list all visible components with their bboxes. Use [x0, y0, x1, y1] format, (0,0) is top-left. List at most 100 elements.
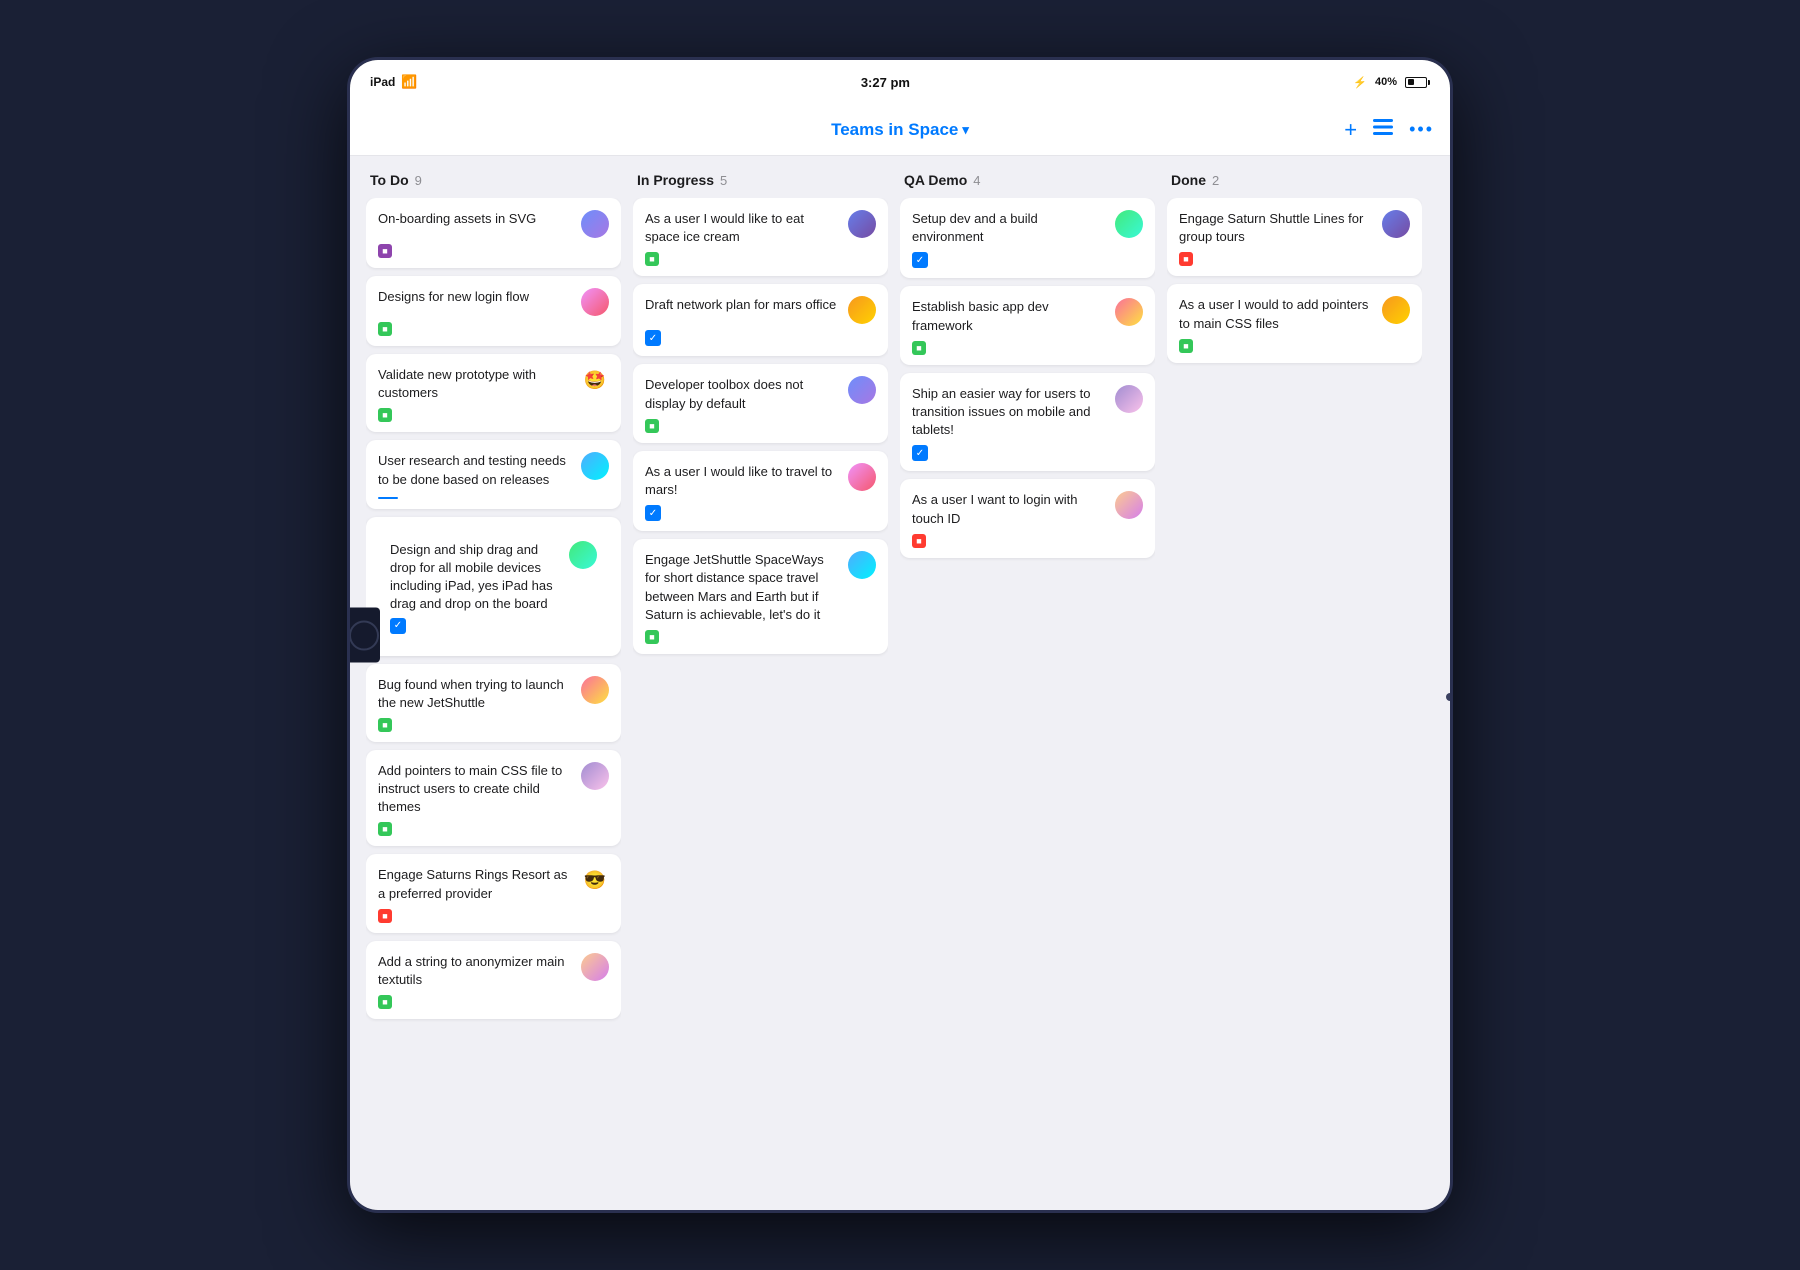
card-text: Validate new prototype with customers — [378, 366, 573, 402]
ipad-label: iPad — [370, 75, 395, 89]
column-count-inprogress: 5 — [720, 173, 727, 188]
card-user-research[interactable]: User research and testing needs to be do… — [366, 440, 621, 508]
board-container: To Do 9 On-boarding assets in SVG ■ — [350, 156, 1450, 1210]
tag-dot: ■ — [645, 419, 659, 433]
card-text: As a user I would to add pointers to mai… — [1179, 296, 1374, 332]
app-header: Teams in Space ▾ + ••• — [350, 104, 1450, 156]
card-add-pointers-css[interactable]: As a user I would to add pointers to mai… — [1167, 284, 1422, 362]
card-validate-prototype[interactable]: Validate new prototype with customers 🤩 … — [366, 354, 621, 432]
tag-dot: ■ — [378, 718, 392, 732]
tag-line — [378, 497, 398, 499]
card-text: Design and ship drag and drop for all mo… — [390, 541, 561, 614]
right-button — [1446, 693, 1450, 701]
column-done: Done 2 Engage Saturn Shuttle Lines for g… — [1167, 172, 1422, 1194]
card-jetshuttle-spaceways[interactable]: Engage JetShuttle SpaceWays for short di… — [633, 539, 888, 654]
avatar — [581, 762, 609, 790]
card-setup-dev[interactable]: Setup dev and a build environment ✓ — [900, 198, 1155, 278]
tag-dot: ■ — [378, 995, 392, 1009]
card-basic-framework[interactable]: Establish basic app dev framework ■ — [900, 286, 1155, 364]
tag-check: ✓ — [645, 330, 661, 346]
avatar — [848, 296, 876, 324]
column-qademo: QA Demo 4 Setup dev and a build environm… — [900, 172, 1155, 1194]
column-inprogress: In Progress 5 As a user I would like to … — [633, 172, 888, 1194]
tag-check: ✓ — [912, 252, 928, 268]
column-title-todo: To Do — [370, 172, 409, 188]
tag-check: ✓ — [390, 618, 406, 634]
card-text: As a user I want to login with touch ID — [912, 491, 1107, 527]
card-anonymizer[interactable]: Add a string to anonymizer main textutil… — [366, 941, 621, 1019]
tag-dot: ■ — [378, 909, 392, 923]
card-drag-drop[interactable]: Design and ship drag and drop for all mo… — [366, 517, 621, 656]
title-chevron[interactable]: ▾ — [962, 122, 969, 138]
home-button[interactable] — [350, 620, 379, 650]
tag-dot: ■ — [378, 822, 392, 836]
avatar — [581, 210, 609, 238]
column-cards-done: Engage Saturn Shuttle Lines for group to… — [1167, 198, 1422, 1194]
column-title-done: Done — [1171, 172, 1206, 188]
status-bar: iPad 📶 3:27 pm ⚡ 40% — [350, 60, 1450, 104]
avatar — [1115, 491, 1143, 519]
avatar — [1382, 296, 1410, 324]
column-header-todo: To Do 9 — [366, 172, 621, 188]
avatar — [581, 288, 609, 316]
card-dev-toolbox[interactable]: Developer toolbox does not display by de… — [633, 364, 888, 442]
card-touch-id[interactable]: As a user I want to login with touch ID … — [900, 479, 1155, 557]
card-text: Setup dev and a build environment — [912, 210, 1107, 246]
header-actions: + ••• — [1344, 117, 1434, 143]
tag-dot: ■ — [378, 322, 392, 336]
card-add-pointers[interactable]: Add pointers to main CSS file to instruc… — [366, 750, 621, 847]
card-text: As a user I would like to travel to mars… — [645, 463, 840, 499]
column-cards-qademo: Setup dev and a build environment ✓ Esta… — [900, 198, 1155, 1194]
card-text: Establish basic app dev framework — [912, 298, 1107, 334]
column-title-inprogress: In Progress — [637, 172, 714, 188]
column-count-todo: 9 — [415, 173, 422, 188]
avatar — [848, 210, 876, 238]
card-login-designs[interactable]: Designs for new login flow ■ — [366, 276, 621, 346]
card-network-mars[interactable]: Draft network plan for mars office ✓ — [633, 284, 888, 356]
card-text: User research and testing needs to be do… — [378, 452, 573, 488]
column-count-done: 2 — [1212, 173, 1219, 188]
card-bug-jetshuttle[interactable]: Bug found when trying to launch the new … — [366, 664, 621, 742]
more-button[interactable]: ••• — [1409, 119, 1434, 140]
avatar — [848, 463, 876, 491]
card-text: As a user I would like to eat space ice … — [645, 210, 840, 246]
card-text: On-boarding assets in SVG — [378, 210, 573, 228]
board-title: Teams in Space — [831, 120, 958, 140]
avatar: 🤩 — [581, 366, 609, 394]
column-header-done: Done 2 — [1167, 172, 1422, 188]
avatar — [1115, 298, 1143, 326]
battery-percent: 40% — [1375, 76, 1397, 88]
wifi-icon: 📶 — [401, 74, 417, 90]
card-space-ice-cream[interactable]: As a user I would like to eat space ice … — [633, 198, 888, 276]
card-ship-easier[interactable]: Ship an easier way for users to transiti… — [900, 373, 1155, 472]
avatar — [581, 953, 609, 981]
card-saturns-rings[interactable]: Engage Saturns Rings Resort as a preferr… — [366, 854, 621, 932]
card-text: Ship an easier way for users to transiti… — [912, 385, 1107, 440]
avatar — [1115, 210, 1143, 238]
bluetooth-icon: ⚡ — [1353, 76, 1367, 89]
avatar — [848, 551, 876, 579]
card-text: Engage Saturn Shuttle Lines for group to… — [1179, 210, 1374, 246]
card-text: Bug found when trying to launch the new … — [378, 676, 573, 712]
column-header-qademo: QA Demo 4 — [900, 172, 1155, 188]
add-button[interactable]: + — [1344, 117, 1357, 143]
tag-dot: ■ — [378, 408, 392, 422]
card-onboarding[interactable]: On-boarding assets in SVG ■ — [366, 198, 621, 268]
tag-check: ✓ — [912, 445, 928, 461]
tag-dot: ■ — [1179, 252, 1193, 266]
tag-dot: ■ — [378, 244, 392, 258]
tag-dot: ■ — [912, 534, 926, 548]
ipad-frame: iPad 📶 3:27 pm ⚡ 40% Teams in Space ▾ + — [350, 60, 1450, 1210]
tag-dot: ■ — [1179, 339, 1193, 353]
header-title: Teams in Space ▾ — [831, 120, 969, 140]
tag-check: ✓ — [645, 505, 661, 521]
side-button — [350, 608, 380, 663]
tag-dot: ■ — [645, 252, 659, 266]
list-view-button[interactable] — [1373, 118, 1393, 141]
avatar: 😎 — [581, 866, 609, 894]
card-saturn-shuttle[interactable]: Engage Saturn Shuttle Lines for group to… — [1167, 198, 1422, 276]
column-todo: To Do 9 On-boarding assets in SVG ■ — [366, 172, 621, 1194]
avatar — [581, 676, 609, 704]
card-travel-mars[interactable]: As a user I would like to travel to mars… — [633, 451, 888, 531]
column-cards-todo: On-boarding assets in SVG ■ Designs for … — [366, 198, 621, 1194]
